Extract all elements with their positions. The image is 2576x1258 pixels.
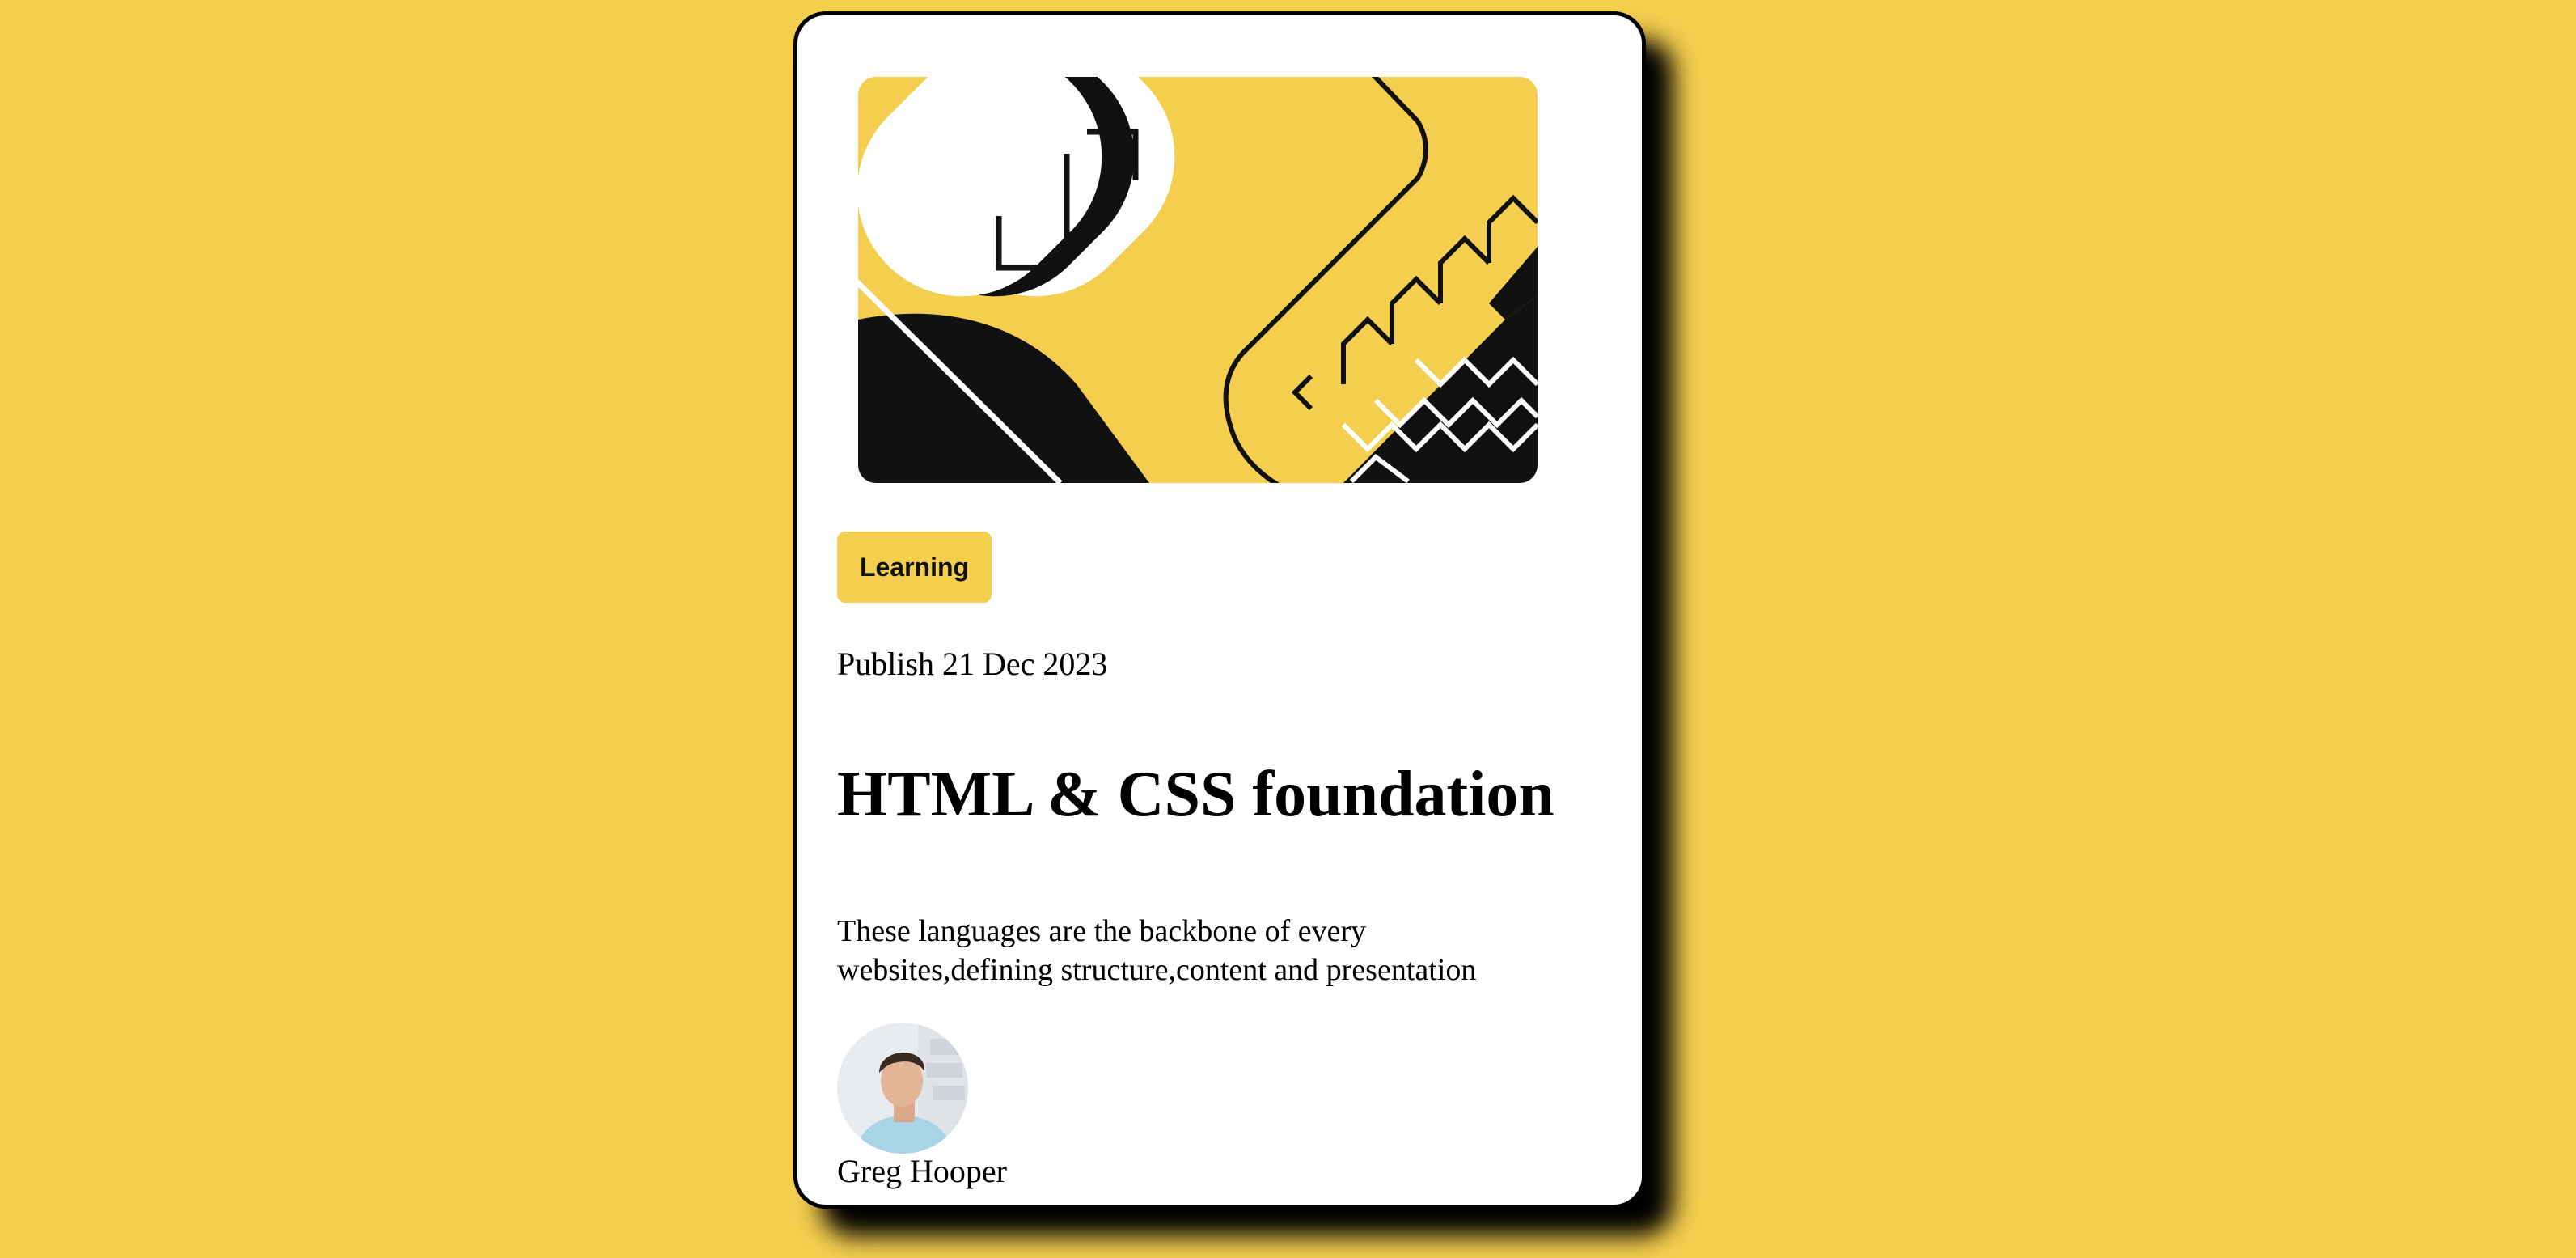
author-name[interactable]: Greg Hooper [837, 1152, 1007, 1191]
hero-illustration-graphic [858, 77, 1538, 483]
category-badge[interactable]: Learning [837, 532, 992, 603]
author-avatar [837, 1023, 968, 1154]
category-label: Learning [859, 552, 970, 582]
blog-preview-card[interactable]: Learning Publish 21 Dec 2023 HTML & CSS … [793, 11, 1646, 1209]
card-description: These languages are the backbone of ever… [837, 914, 1477, 987]
hero-illustration [858, 77, 1538, 483]
publish-date: Publish 21 Dec 2023 [837, 646, 1108, 682]
card-title[interactable]: HTML & CSS foundation [837, 756, 1554, 833]
author-portrait-icon [837, 1023, 968, 1154]
